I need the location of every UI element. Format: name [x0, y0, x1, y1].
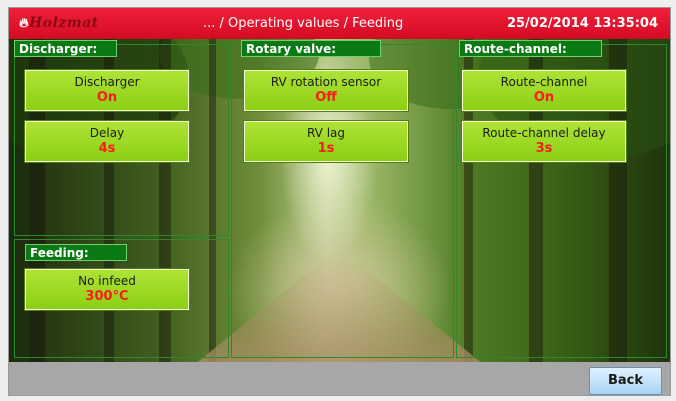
header-bar: 🔥︎Holzmat ... / Operating values / Feedi… [9, 8, 670, 39]
no-infeed-label: No infeed [78, 274, 136, 288]
logo-text: Holzmat [29, 15, 99, 31]
route-channel-title: Route-channel: [459, 40, 602, 57]
rv-lag-value: 1s [317, 141, 335, 156]
rv-rotation-sensor-button[interactable]: RV rotation sensor Off [243, 69, 409, 112]
rv-lag-label: RV lag [306, 126, 345, 140]
route-channel-delay-button[interactable]: Route-channel delay 3s [461, 120, 627, 163]
holzmat-logo: 🔥︎Holzmat [19, 15, 99, 31]
route-channel-value: On [533, 90, 555, 105]
breadcrumb: ... / Operating values / Feeding [203, 16, 404, 31]
rv-rotation-sensor-label: RV rotation sensor [270, 75, 382, 89]
feeding-title: Feeding: [25, 244, 127, 261]
delay-label: Delay [89, 126, 125, 140]
delay-value: 4s [98, 141, 116, 156]
hmi-screen: 🔥︎Holzmat ... / Operating values / Feedi… [8, 7, 671, 396]
no-infeed-button[interactable]: No infeed 300°C [24, 268, 190, 311]
forest-background: Discharger: Discharger On Delay 4s Feedi… [9, 39, 670, 362]
discharger-title: Discharger: [14, 40, 117, 57]
rv-lag-button[interactable]: RV lag 1s [243, 120, 409, 163]
discharger-delay-button[interactable]: Delay 4s [24, 120, 190, 163]
route-channel-delay-value: 3s [535, 141, 553, 156]
discharger-label: Discharger [74, 75, 140, 89]
route-channel-button[interactable]: Route-channel On [461, 69, 627, 112]
datetime-display: 25/02/2014 13:35:04 [506, 16, 658, 31]
rv-rotation-sensor-value: Off [315, 90, 337, 105]
footer-bar [9, 362, 670, 395]
back-button[interactable]: Back [589, 367, 662, 395]
flame-icon: 🔥︎ [19, 16, 30, 31]
route-channel-label: Route-channel [500, 75, 588, 89]
rotary-valve-title: Rotary valve: [241, 40, 381, 57]
discharger-value: On [96, 90, 118, 105]
route-channel-delay-label: Route-channel delay [482, 126, 606, 140]
no-infeed-value: 300°C [85, 289, 129, 304]
discharger-button[interactable]: Discharger On [24, 69, 190, 112]
